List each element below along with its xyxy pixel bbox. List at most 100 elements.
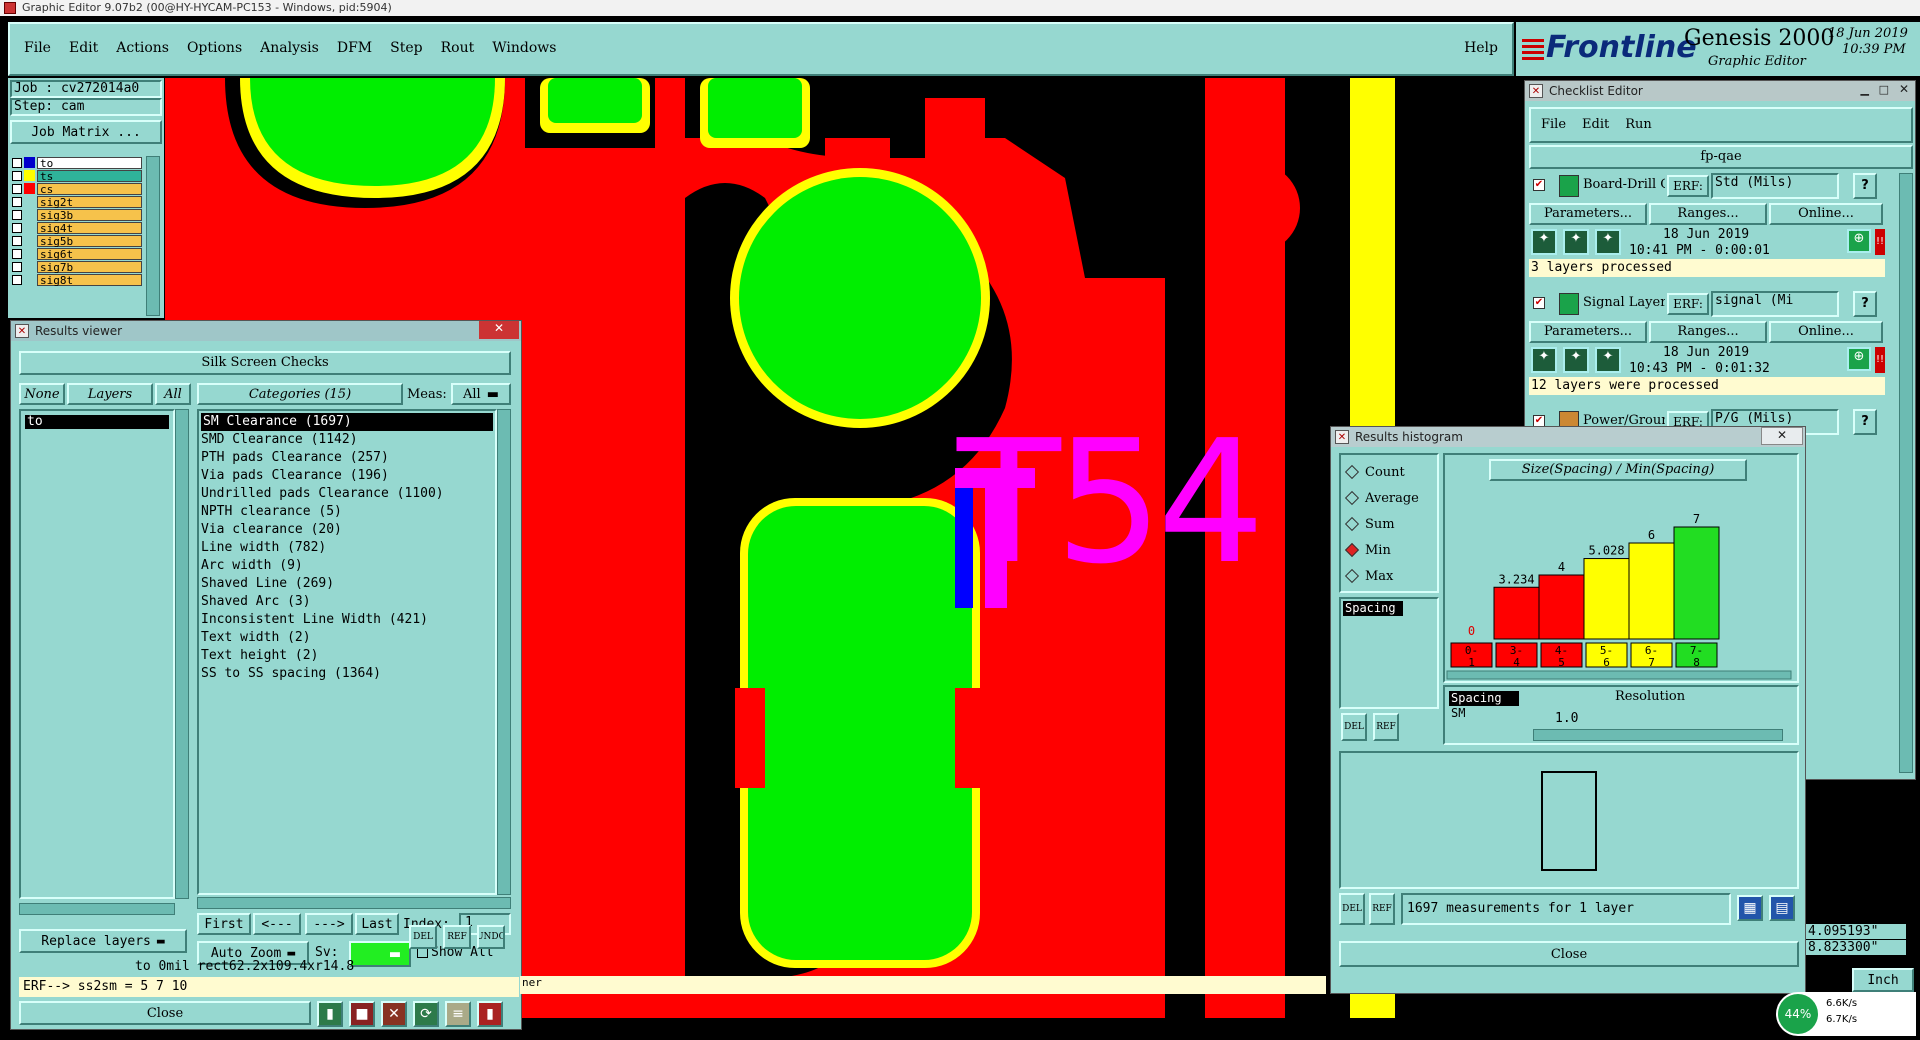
layer-results-hscrollbar[interactable]	[19, 903, 175, 915]
histogram-left-list[interactable]: Spacing	[1339, 597, 1439, 709]
mode-radio-sum[interactable]: Sum	[1344, 511, 1431, 537]
menu-dfm[interactable]: DFM	[337, 40, 372, 56]
category-item[interactable]: SMD Clearance (1142)	[199, 431, 495, 449]
run-figure-icon[interactable]: ✦	[1531, 229, 1557, 255]
help-icon[interactable]: ?	[1853, 409, 1877, 435]
layer-checkbox[interactable]	[12, 274, 22, 285]
category-item[interactable]: Inconsistent Line Width (421)	[199, 611, 495, 629]
resolution-slider[interactable]	[1533, 729, 1783, 741]
chart-icon[interactable]: ▮	[317, 1001, 343, 1027]
menu-actions[interactable]: Actions	[116, 40, 169, 56]
online-button[interactable]: Online...	[1769, 203, 1883, 225]
layer-checkbox[interactable]	[12, 170, 22, 181]
histogram-bar[interactable]	[1493, 586, 1540, 640]
export-icon[interactable]: ▦	[1737, 895, 1763, 921]
menu-windows[interactable]: Windows	[492, 40, 556, 56]
mode-radio-min[interactable]: Min	[1344, 537, 1431, 563]
stop-icon[interactable]: ■	[349, 1001, 375, 1027]
checklist-scrollbar[interactable]	[1899, 173, 1913, 773]
hist-del-button[interactable]: DEL	[1341, 713, 1367, 741]
category-hscrollbar[interactable]	[197, 897, 511, 909]
layer-row[interactable]: sig3b	[12, 208, 142, 221]
check-name[interactable]: Board-Drill Che	[1583, 177, 1665, 192]
erf-button[interactable]: ERF:	[1667, 293, 1709, 315]
check-name[interactable]: Signal Layer Ch	[1583, 295, 1665, 310]
histogram-bar[interactable]	[1538, 574, 1585, 640]
category-item[interactable]: SM Clearance (1697)	[201, 413, 493, 431]
chart-hscrollbar[interactable]	[1446, 670, 1792, 680]
erf-value[interactable]: Std (Mils)	[1711, 173, 1839, 199]
close-icon[interactable]: ✕	[1899, 82, 1909, 96]
menu-file[interactable]: File	[24, 40, 51, 56]
mode-radio-count[interactable]: Count	[1344, 459, 1431, 485]
summary-del-button[interactable]: DEL	[1339, 893, 1365, 925]
layer-results-scrollbar[interactable]	[175, 409, 189, 899]
rv-layer-item[interactable]: to	[25, 415, 169, 429]
histogram-bar[interactable]	[1673, 526, 1720, 640]
category-item[interactable]: NPTH clearance (5)	[199, 503, 495, 521]
layer-row[interactable]: cs	[12, 182, 142, 195]
minimize-icon[interactable]: ▁	[1861, 83, 1869, 96]
maximize-icon[interactable]: □	[1879, 83, 1889, 96]
report-icon[interactable]: ≡	[445, 1001, 471, 1027]
layers-button[interactable]: Layers	[67, 383, 153, 405]
category-item[interactable]: Text width (2)	[199, 629, 495, 647]
layer-row[interactable]: ts	[12, 169, 142, 182]
results-viewer-close-button[interactable]: Close	[19, 1001, 311, 1025]
checklist-menu-file[interactable]: File	[1541, 117, 1566, 132]
layer-row[interactable]: sig8t	[12, 273, 142, 286]
next-button[interactable]: --->	[305, 913, 353, 935]
run-figure-icon[interactable]: ✦	[1595, 229, 1621, 255]
categories-button[interactable]: Categories (15)	[197, 383, 403, 405]
results-viewer-close-icon[interactable]: ✕	[479, 321, 519, 339]
mode-radio-average[interactable]: Average	[1344, 485, 1431, 511]
category-item[interactable]: Shaved Arc (3)	[199, 593, 495, 611]
run-figure-icon[interactable]: ✦	[1531, 347, 1557, 373]
category-list[interactable]: SM Clearance (1697) SMD Clearance (1142) P…	[197, 409, 497, 895]
menu-analysis[interactable]: Analysis	[260, 40, 319, 56]
first-button[interactable]: First	[197, 913, 251, 935]
zoom-icon[interactable]: ⊕	[1847, 347, 1871, 371]
run-icon[interactable]: ⟳	[413, 1001, 439, 1027]
category-item[interactable]: Via pads Clearance (196)	[199, 467, 495, 485]
layer-row[interactable]: to	[12, 156, 142, 169]
histogram-left-item[interactable]: Spacing	[1343, 601, 1403, 616]
meas-select[interactable]: All ▬	[451, 383, 511, 405]
spacing-list-item[interactable]: SM	[1449, 706, 1519, 721]
run-figure-icon[interactable]: ✦	[1595, 347, 1621, 373]
ranges-button[interactable]: Ranges...	[1649, 203, 1767, 225]
histogram-bar[interactable]	[1583, 558, 1630, 640]
histogram-bar[interactable]	[1628, 542, 1675, 640]
help-icon[interactable]: ?	[1853, 173, 1877, 199]
job-matrix-button[interactable]: Job Matrix ...	[10, 120, 162, 144]
spacing-list-item[interactable]: Spacing	[1449, 691, 1519, 706]
category-item[interactable]: SS to SS spacing (1364)	[199, 665, 495, 683]
layer-checkbox[interactable]	[12, 235, 22, 246]
cancel-icon[interactable]: ✕	[381, 1001, 407, 1027]
report-icon[interactable]: ▤	[1769, 895, 1795, 921]
parameters-button[interactable]: Parameters...	[1529, 321, 1647, 343]
layer-checkbox[interactable]	[12, 209, 22, 220]
help-icon[interactable]: ?	[1853, 291, 1877, 317]
prev-button[interactable]: <---	[253, 913, 301, 935]
category-item[interactable]: Shaved Line (269)	[199, 575, 495, 593]
none-button[interactable]: None	[19, 383, 65, 405]
layer-row[interactable]: sig6t	[12, 247, 142, 260]
category-item[interactable]: Arc width (9)	[199, 557, 495, 575]
undo-button[interactable]: UNDO	[477, 925, 505, 949]
layer-row[interactable]: sig7b	[12, 260, 142, 273]
category-item[interactable]: Text height (2)	[199, 647, 495, 665]
zoom-icon[interactable]: ⊕	[1847, 229, 1871, 253]
last-button[interactable]: Last	[355, 913, 399, 935]
layer-checkbox[interactable]	[12, 196, 22, 207]
erf-button[interactable]: ERF:	[1667, 175, 1709, 197]
histogram-close-icon[interactable]: ✕	[1761, 427, 1803, 445]
layer-row[interactable]: sig4t	[12, 221, 142, 234]
item-checkbox[interactable]: ✔	[1533, 179, 1545, 191]
checklist-menu-edit[interactable]: Edit	[1582, 117, 1609, 132]
help-menu[interactable]: Help	[1464, 40, 1498, 56]
run-figure-icon[interactable]: ✦	[1563, 347, 1589, 373]
summary-ref-button[interactable]: REF	[1369, 893, 1395, 925]
layer-row[interactable]: sig5b	[12, 234, 142, 247]
category-item[interactable]: Undrilled pads Clearance (1100)	[199, 485, 495, 503]
